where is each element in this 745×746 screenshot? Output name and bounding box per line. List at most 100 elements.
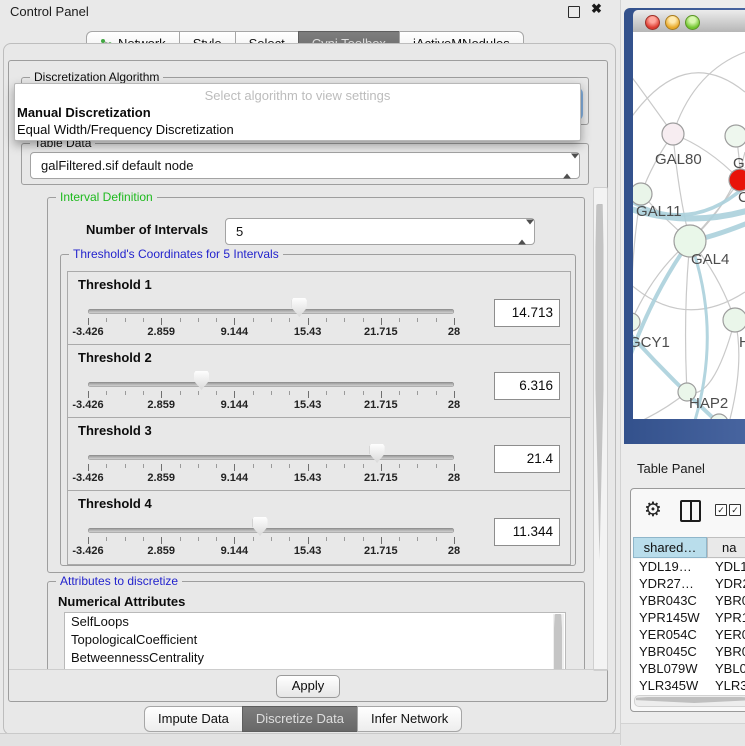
- dropdown-option-manual[interactable]: Manual Discretization: [15, 104, 580, 121]
- slider-thumb[interactable]: [194, 371, 209, 390]
- slider-tick-label: 2.859: [147, 399, 175, 411]
- scrollbar-thumb[interactable]: [596, 204, 604, 560]
- attribute-item[interactable]: TopologicalCoefficient: [65, 631, 565, 649]
- tab-infer-network[interactable]: Infer Network: [357, 706, 462, 732]
- checkbox-checked-icon[interactable]: ✓: [715, 504, 727, 516]
- threshold-value-field[interactable]: 21.4: [494, 445, 560, 473]
- cell-name: YLR3: [711, 678, 745, 695]
- table-row[interactable]: YER054CYER0: [633, 627, 745, 644]
- slider-thumb[interactable]: [292, 298, 307, 317]
- threshold-label: Threshold 3: [78, 423, 152, 438]
- threshold-value-field[interactable]: 6.316: [494, 372, 560, 400]
- dropdown-placeholder-option[interactable]: Select algorithm to view settings: [15, 84, 580, 104]
- slider-tick: [454, 318, 455, 325]
- number-of-intervals-combo[interactable]: 5: [225, 218, 535, 245]
- slider-tick: [234, 391, 235, 398]
- column-header-name[interactable]: na: [707, 537, 745, 558]
- threshold-value-field[interactable]: 14.713: [494, 299, 560, 327]
- slider-tick-label: 15.43: [294, 545, 322, 557]
- slider-tick: [363, 464, 364, 468]
- cell-shared-name: YPR145W: [633, 610, 711, 627]
- slider-tick-label: -3.426: [72, 326, 103, 338]
- number-of-intervals-label: Number of Intervals: [86, 222, 208, 237]
- slider-tick: [143, 318, 144, 322]
- attributes-list-scrollbar[interactable]: [553, 614, 564, 669]
- table-row[interactable]: YDL19…YDL1: [633, 559, 745, 576]
- network-canvas[interactable]: GAL80GACGAL11GAL4GCY1HHAP2: [633, 32, 745, 419]
- slider-track[interactable]: [88, 455, 454, 460]
- slider-tick-label: -3.426: [72, 399, 103, 411]
- slider-tick-label: 2.859: [147, 326, 175, 338]
- slider-tick: [344, 391, 345, 395]
- slider-tick-label: 28: [448, 399, 460, 411]
- attributes-list: SelfLoopsTopologicalCoefficientBetweenne…: [64, 612, 566, 669]
- slider-tick: [436, 464, 437, 468]
- slider-track[interactable]: [88, 382, 454, 387]
- slider-tick: [180, 391, 181, 395]
- table-row[interactable]: YBL079WYBL0: [633, 661, 745, 678]
- network-node[interactable]: [723, 308, 745, 332]
- slider-thumb[interactable]: [253, 517, 268, 536]
- tab-label: Discretize Data: [256, 707, 344, 731]
- table-data-combo[interactable]: galFiltered.sif default node: [30, 152, 580, 179]
- number-of-intervals-value: 5: [236, 224, 243, 239]
- checkbox-checked-icon[interactable]: ✓: [729, 504, 741, 516]
- bottom-tab-bar: Impute Data Discretize Data Infer Network: [144, 706, 462, 732]
- close-icon[interactable]: ✖: [591, 1, 602, 17]
- cell-name: YER0: [711, 627, 745, 644]
- table-header-row: shared… na: [633, 537, 745, 558]
- table-row[interactable]: YLR345WYLR3: [633, 678, 745, 695]
- cell-name: YBL0: [711, 661, 745, 678]
- table-row[interactable]: YPR145WYPR1: [633, 610, 745, 627]
- slider-tick: [216, 318, 217, 322]
- network-window-titlebar[interactable]: [633, 10, 745, 33]
- mac-zoom-button[interactable]: [685, 15, 700, 30]
- combo-spinner-icon: [563, 158, 572, 173]
- attribute-item[interactable]: SelfLoops: [65, 613, 565, 631]
- table-row[interactable]: YBR045CYBR0: [633, 644, 745, 661]
- threshold-value-field[interactable]: 11.344: [494, 518, 560, 546]
- table-row[interactable]: YBR043CYBR0: [633, 593, 745, 610]
- slider-tick: [253, 464, 254, 468]
- table-data-value: galFiltered.sif default node: [41, 158, 193, 173]
- table-body: YDL19…YDL1YDR27…YDR2YBR043CYBR0YPR145WYP…: [633, 559, 745, 695]
- slider-tick: [326, 537, 327, 541]
- network-node[interactable]: [662, 123, 684, 145]
- dropdown-option-equal-width[interactable]: Equal Width/Frequency Discretization: [15, 121, 580, 138]
- network-node[interactable]: [729, 169, 745, 191]
- slider-tick: [198, 537, 199, 541]
- slider-tick: [143, 537, 144, 541]
- cell-name: YDL1: [711, 559, 745, 576]
- slider-tick: [180, 537, 181, 541]
- network-node[interactable]: [725, 125, 745, 147]
- slider-tick: [417, 391, 418, 395]
- slider-tick: [308, 537, 309, 544]
- tab-impute-data[interactable]: Impute Data: [144, 706, 243, 732]
- split-columns-icon[interactable]: [680, 500, 701, 522]
- scrollbar-thumb[interactable]: [636, 697, 745, 703]
- float-icon[interactable]: [568, 6, 580, 18]
- network-node[interactable]: [710, 414, 728, 419]
- slider-tick: [125, 537, 126, 541]
- slider-tick-label: 9.144: [221, 326, 249, 338]
- gear-icon[interactable]: ⚙: [644, 497, 662, 522]
- slider-tick-label: 15.43: [294, 326, 322, 338]
- slider-thumb[interactable]: [370, 444, 385, 463]
- cell-name: YBR0: [711, 593, 745, 610]
- mac-close-button[interactable]: [645, 15, 660, 30]
- slider-track[interactable]: [88, 309, 454, 314]
- cell-shared-name: YLR345W: [633, 678, 711, 695]
- table-horizontal-scrollbar[interactable]: [634, 695, 745, 707]
- settings-vertical-scrollbar[interactable]: [593, 187, 608, 671]
- column-header-shared-name[interactable]: shared…: [633, 537, 707, 558]
- mac-minimize-button[interactable]: [665, 15, 680, 30]
- network-node[interactable]: [633, 313, 640, 331]
- table-row[interactable]: YDR27…YDR2: [633, 576, 745, 593]
- slider-track[interactable]: [88, 528, 454, 533]
- network-graph[interactable]: GAL80GACGAL11GAL4GCY1HHAP2: [633, 32, 745, 419]
- tab-discretize-data[interactable]: Discretize Data: [242, 706, 358, 732]
- network-node[interactable]: [633, 183, 652, 205]
- apply-button[interactable]: Apply: [276, 675, 340, 698]
- attribute-item[interactable]: BetweennessCentrality: [65, 649, 565, 667]
- slider-tick: [161, 318, 162, 325]
